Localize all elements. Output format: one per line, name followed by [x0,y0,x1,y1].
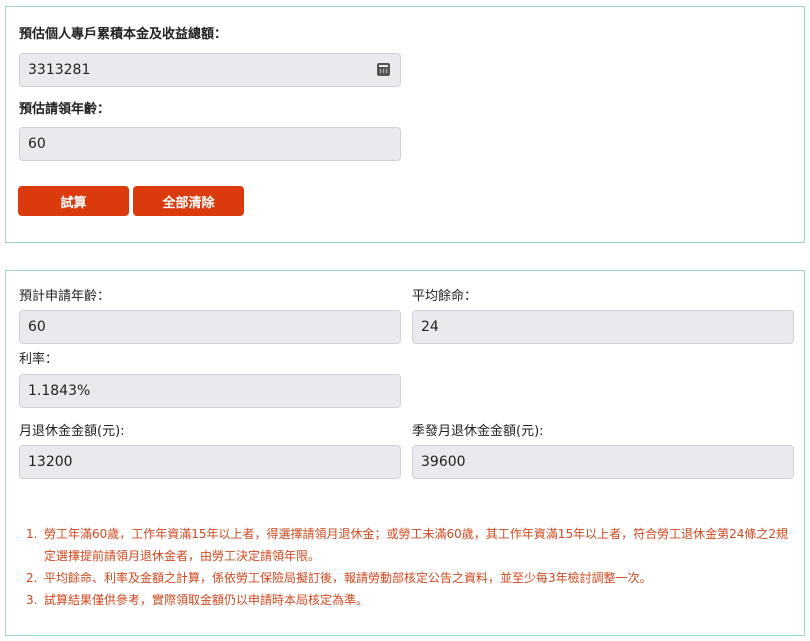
calculator-icon[interactable] [377,63,390,76]
apply-age-label: 預計申請年齡： [19,289,111,304]
monthly-pension-value: 13200 [28,454,73,470]
monthly-pension-field: 13200 [19,445,401,479]
note-item: 3. 試算結果僅供參考，實際領取金額仍以申請時本局核定為準。 [26,589,798,611]
input-panel: 預估個人專戶累積本金及收益總額： 3313281 預估請領年齡： 60 試算 全… [5,6,805,243]
note-number: 2. [26,571,38,585]
life-expectancy-field: 24 [412,310,794,344]
result-panel: 預計申請年齡： 60 平均餘命： 24 利率： 1.1843% 月退休金金額(元… [5,270,805,636]
interest-rate-field: 1.1843% [19,374,401,408]
interest-rate-label: 利率： [19,352,59,367]
apply-age-field: 60 [19,310,401,344]
claim-age-value: 60 [28,136,46,152]
note-text: 試算結果僅供參考，實際領取金額仍以申請時本局核定為準。 [44,593,369,607]
quarterly-pension-value: 39600 [421,454,466,470]
total-amount-input[interactable]: 3313281 [19,53,401,87]
note-text: 平均餘命、利率及金額之計算，係依勞工保險局擬訂後，報請勞動部核定公告之資料，並至… [44,571,652,585]
calculate-button[interactable]: 試算 [18,186,129,216]
total-amount-value: 3313281 [28,62,91,78]
note-item: 1. 勞工年滿60歲，工作年資滿15年以上者，得選擇請領月退休金；或勞工未滿60歲… [26,523,798,567]
clear-all-button[interactable]: 全部清除 [133,186,244,216]
total-amount-label: 預估個人專戶累積本金及收益總額： [19,27,228,42]
claim-age-input[interactable]: 60 [19,127,401,161]
apply-age-value: 60 [28,319,46,335]
notes-list: 1. 勞工年滿60歲，工作年資滿15年以上者，得選擇請領月退休金；或勞工未滿60歲… [26,523,798,611]
life-expectancy-label: 平均餘命： [412,289,478,304]
note-number: 1. [26,527,38,541]
monthly-pension-label: 月退休金金額(元): [19,424,125,439]
note-item: 2. 平均餘命、利率及金額之計算，係依勞工保險局擬訂後，報請勞動部核定公告之資料，… [26,567,798,589]
life-expectancy-value: 24 [421,319,439,335]
quarterly-pension-label: 季發月退休金金額(元): [412,424,544,439]
interest-rate-value: 1.1843% [28,383,91,399]
note-text: 勞工年滿60歲，工作年資滿15年以上者，得選擇請領月退休金；或勞工未滿60歲，其… [44,527,788,563]
claim-age-label: 預估請領年齡： [19,102,111,117]
note-number: 3. [26,593,38,607]
quarterly-pension-field: 39600 [412,445,794,479]
